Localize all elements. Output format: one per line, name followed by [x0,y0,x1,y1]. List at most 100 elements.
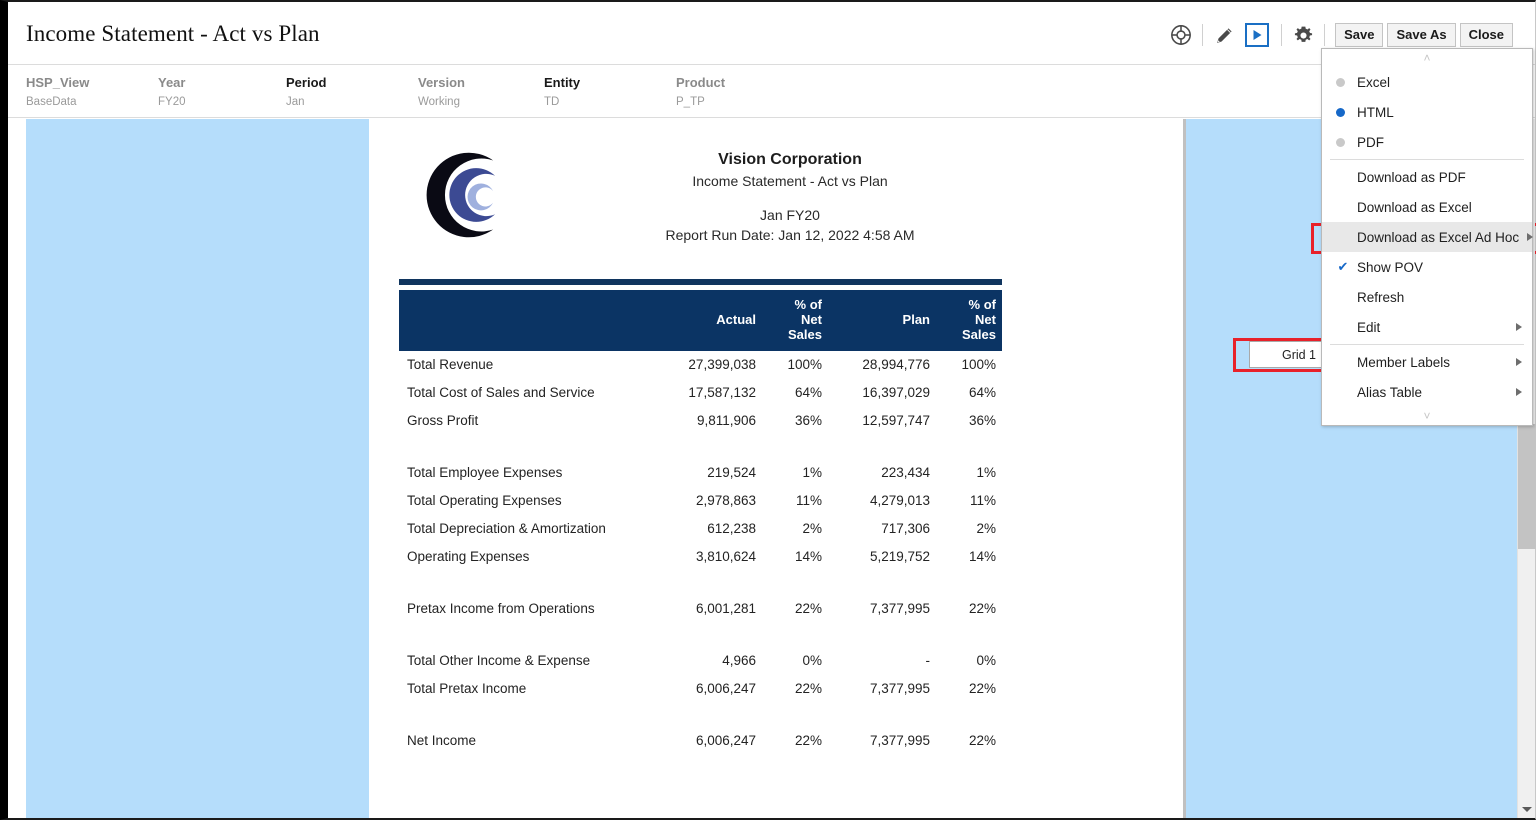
menu-item-download-as-excel-ad-hoc[interactable]: Download as Excel Ad Hoc [1322,222,1532,252]
menu-item-download-as-excel[interactable]: Download as Excel [1322,192,1532,222]
row-actual-pct[interactable]: 22% [762,595,828,623]
row-actual[interactable]: 27,399,038 [654,351,762,379]
row-plan-pct[interactable]: 0% [936,647,1002,675]
menu-item-label: Download as PDF [1357,170,1508,185]
pov-item-version[interactable]: VersionWorking [418,74,465,110]
row-actual-pct[interactable]: 64% [762,379,828,407]
row-plan[interactable]: 7,377,995 [828,675,936,703]
row-actual-pct[interactable]: 14% [762,543,828,571]
table-spacer-row [399,435,1002,459]
pov-item-hsp-view[interactable]: HSP_ViewBaseData [26,74,89,110]
row-actual[interactable]: 3,810,624 [654,543,762,571]
table-spacer-row [399,703,1002,727]
row-label: Operating Expenses [399,543,654,571]
row-plan-pct[interactable]: 2% [936,515,1002,543]
row-actual-pct[interactable]: 2% [762,515,828,543]
row-actual[interactable]: 6,001,281 [654,595,762,623]
row-plan-pct[interactable]: 36% [936,407,1002,435]
row-actual-pct[interactable]: 22% [762,675,828,703]
table-row[interactable]: Total Employee Expenses219,5241%223,4341… [399,459,1002,487]
vertical-scrollbar-thumb[interactable] [1518,424,1536,549]
pov-item-year[interactable]: YearFY20 [158,74,186,110]
settings-dropdown-menu: ˄ ExcelHTMLPDF Download as PDF Download as… [1321,48,1533,426]
row-plan[interactable]: 7,377,995 [828,727,936,755]
radio-dot-icon [1336,138,1345,147]
menu-scroll-down-button[interactable]: ˅ [1322,407,1532,425]
pov-item-product[interactable]: ProductP_TP [676,74,725,110]
row-plan-pct[interactable]: 64% [936,379,1002,407]
menu-item-excel[interactable]: Excel [1322,67,1532,97]
menu-item-html[interactable]: HTML [1322,97,1532,127]
table-row[interactable]: Total Pretax Income6,006,24722%7,377,995… [399,675,1002,703]
row-plan-pct[interactable]: 22% [936,675,1002,703]
menu-item-label: Download as Excel [1357,200,1508,215]
row-actual[interactable]: 612,238 [654,515,762,543]
pov-value[interactable]: Working [418,94,465,110]
row-actual[interactable]: 4,966 [654,647,762,675]
pov-item-entity[interactable]: EntityTD [544,74,580,110]
menu-item-alias-table[interactable]: ✔Alias Table [1322,377,1532,407]
run-report-icon[interactable] [1245,23,1269,47]
table-row[interactable]: Gross Profit9,811,90636%12,597,74736% [399,407,1002,435]
save-as-button[interactable]: Save As [1387,23,1455,47]
scroll-down-arrow-icon[interactable] [1518,800,1536,818]
close-button[interactable]: Close [1460,23,1513,47]
menu-item-edit[interactable]: ✔Edit [1322,312,1532,342]
row-plan-pct[interactable]: 22% [936,727,1002,755]
row-plan-pct[interactable]: 14% [936,543,1002,571]
row-actual-pct[interactable]: 1% [762,459,828,487]
menu-item-refresh[interactable]: ✔Refresh [1322,282,1532,312]
menu-item-member-labels[interactable]: ✔Member Labels [1322,347,1532,377]
pov-value[interactable]: P_TP [676,94,725,110]
row-plan[interactable]: 717,306 [828,515,936,543]
table-row[interactable]: Net Income6,006,24722%7,377,99522% [399,727,1002,755]
row-actual-pct[interactable]: 36% [762,407,828,435]
table-row[interactable]: Total Revenue27,399,038100%28,994,776100… [399,351,1002,379]
row-actual-pct[interactable]: 100% [762,351,828,379]
row-actual-pct[interactable]: 0% [762,647,828,675]
settings-gear-icon[interactable] [1288,22,1318,48]
row-actual[interactable]: 219,524 [654,459,762,487]
table-row[interactable]: Total Depreciation & Amortization612,238… [399,515,1002,543]
table-row[interactable]: Total Cost of Sales and Service17,587,13… [399,379,1002,407]
menu-item-show-pov[interactable]: ✔Show POV [1322,252,1532,282]
report-run-date: Report Run Date: Jan 12, 2022 4:58 AM [397,225,1183,245]
help-wheel-icon[interactable] [1166,22,1196,48]
submenu-arrow-icon [1527,233,1533,241]
menu-scroll-up-button[interactable]: ˄ [1322,49,1532,67]
row-actual[interactable]: 6,006,247 [654,727,762,755]
row-plan[interactable]: 7,377,995 [828,595,936,623]
pov-item-period[interactable]: PeriodJan [286,74,326,110]
row-actual[interactable]: 2,978,863 [654,487,762,515]
row-actual-pct[interactable]: 22% [762,727,828,755]
row-plan-pct[interactable]: 100% [936,351,1002,379]
edit-pencil-icon[interactable] [1209,22,1239,48]
row-actual[interactable]: 17,587,132 [654,379,762,407]
row-plan-pct[interactable]: 1% [936,459,1002,487]
table-row[interactable]: Operating Expenses3,810,62414%5,219,7521… [399,543,1002,571]
row-plan[interactable]: 223,434 [828,459,936,487]
row-actual-pct[interactable]: 11% [762,487,828,515]
pov-value[interactable]: Jan [286,94,326,110]
row-plan[interactable]: 12,597,747 [828,407,936,435]
pov-value[interactable]: FY20 [158,94,186,110]
row-plan-pct[interactable]: 22% [936,595,1002,623]
table-row[interactable]: Pretax Income from Operations6,001,28122… [399,595,1002,623]
table-row[interactable]: Total Operating Expenses2,978,86311%4,27… [399,487,1002,515]
save-button[interactable]: Save [1335,23,1383,47]
row-actual[interactable]: 6,006,247 [654,675,762,703]
menu-item-pdf[interactable]: PDF [1322,127,1532,157]
table-row[interactable]: Total Other Income & Expense4,9660%-0% [399,647,1002,675]
row-plan[interactable]: 5,219,752 [828,543,936,571]
pov-value[interactable]: TD [544,94,580,110]
row-plan[interactable]: 4,279,013 [828,487,936,515]
row-plan[interactable]: 16,397,029 [828,379,936,407]
row-plan[interactable]: 28,994,776 [828,351,936,379]
row-plan-pct[interactable]: 11% [936,487,1002,515]
row-plan[interactable]: - [828,647,936,675]
column-header-line: Net [768,312,822,327]
pov-value[interactable]: BaseData [26,94,89,110]
menu-item-download-as-pdf[interactable]: Download as PDF [1322,162,1532,192]
row-actual[interactable]: 9,811,906 [654,407,762,435]
column-header-line: Sales [768,327,822,342]
